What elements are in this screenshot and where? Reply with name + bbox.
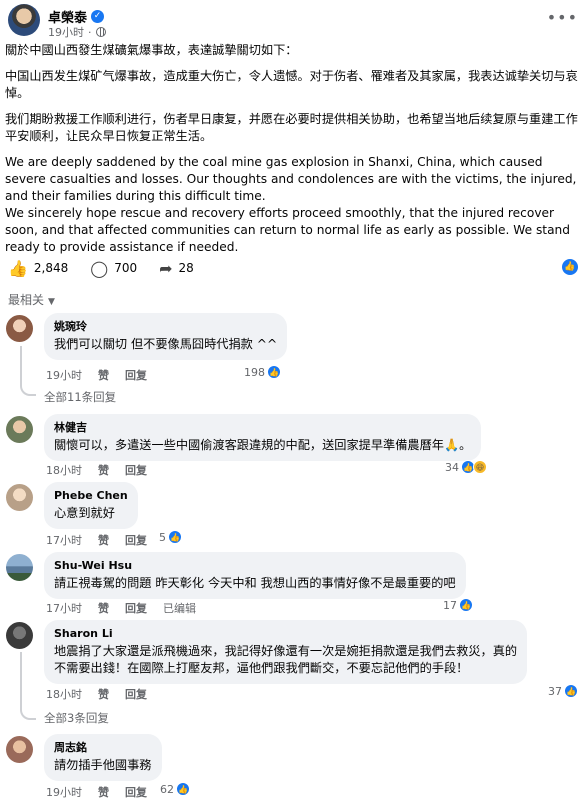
comment-count: 700: [114, 261, 138, 275]
avatar[interactable]: [6, 622, 33, 649]
comment-reply-button[interactable]: 回复: [125, 462, 147, 478]
post-meta: 19小时 ·: [48, 24, 106, 40]
comment-text: 請勿插手他國事務: [54, 758, 152, 772]
comment-text: 關懷可以，多遣送一些中國偷渡客跟違規的中配，送回家提早準備農曆年🙏。: [54, 438, 472, 452]
post-paragraph: 關於中國山西發生煤礦氣爆事故，表達誠摯關切如下：: [5, 43, 298, 57]
comment-like-button[interactable]: 赞: [98, 367, 109, 383]
thread-line: [20, 346, 36, 396]
commenter-name[interactable]: 姚琬玲: [54, 319, 277, 334]
view-replies-link[interactable]: 全部3条回复: [44, 710, 109, 726]
comment-time[interactable]: 17小时: [46, 532, 82, 548]
comment-like-button[interactable]: 赞: [98, 532, 109, 548]
avatar[interactable]: [6, 315, 33, 342]
like-button[interactable]: 👍 2,848: [8, 259, 68, 278]
comment-actions: 18小时 赞 回复: [46, 462, 147, 478]
edited-label: 已编辑: [163, 602, 196, 615]
thumbs-up-icon: 👍: [8, 258, 28, 278]
post-paragraph-english: We are deeply saddened by the coal mine …: [5, 155, 577, 203]
comment-button[interactable]: ◯ 700: [90, 259, 137, 278]
commenter-name[interactable]: Phebe Chen: [54, 488, 128, 503]
haha-reaction-icon: 😆: [473, 460, 487, 474]
comment-bubble: Phebe Chen 心意到就好: [44, 482, 138, 529]
comment-sort-dropdown[interactable]: 最相关 ▼: [8, 291, 55, 308]
comment-text: 心意到就好: [54, 506, 115, 520]
avatar[interactable]: [6, 736, 33, 763]
reaction-bar: 👍 2,848 ◯ 700 ➦ 28 👍: [8, 257, 578, 279]
comment-reaction-count[interactable]: 34 👍 😆: [445, 460, 487, 474]
post-paragraph: 我们期盼救援工作顺利进行，伤者早日康复，并愿在必要时提供相关协助，也希望当地后续…: [5, 112, 578, 143]
comment-reply-button[interactable]: 回复: [125, 367, 147, 383]
commenter-name[interactable]: 林健吉: [54, 420, 471, 435]
comment-bubble: 林健吉 關懷可以，多遣送一些中國偷渡客跟違規的中配，送回家提早準備農曆年🙏。: [44, 414, 482, 461]
comment-bubble: 周志銘 請勿插手他國事務: [44, 734, 162, 781]
post-time[interactable]: 19小时: [48, 24, 84, 40]
share-count: 28: [178, 261, 194, 275]
comment-reply-button[interactable]: 回复: [125, 784, 147, 800]
comment-reply-button[interactable]: 回复: [125, 600, 147, 616]
post-paragraph: 中国山西发生煤矿气爆事故，造成重大伤亡，令人遗憾。对于伤者、罹难者及其家属，我表…: [5, 69, 578, 100]
like-reaction-icon: 👍: [176, 782, 190, 796]
commenter-name[interactable]: Sharon Li: [54, 626, 517, 641]
comment-reaction-count[interactable]: 17 👍: [443, 598, 473, 612]
avatar[interactable]: [6, 554, 33, 581]
comment-time[interactable]: 18小时: [46, 686, 82, 702]
comment-actions: 19小时 赞 回复: [46, 367, 147, 383]
comment-actions: 19小时 赞 回复: [46, 784, 147, 800]
comment-like-button[interactable]: 赞: [98, 686, 109, 702]
comment-like-button[interactable]: 赞: [98, 784, 109, 800]
sort-label: 最相关: [8, 293, 45, 307]
like-reaction-icon[interactable]: 👍: [562, 259, 578, 275]
comment-time[interactable]: 17小时: [46, 600, 82, 616]
comment-time[interactable]: 19小时: [46, 367, 82, 383]
comment-bubble-icon: ◯: [90, 258, 109, 278]
post-paragraph-english: We sincerely hope rescue and recovery ef…: [5, 206, 571, 254]
like-reaction-icon: 👍: [267, 365, 281, 379]
comment-like-button[interactable]: 赞: [98, 462, 109, 478]
share-button[interactable]: ➦ 28: [159, 259, 194, 278]
comment-reply-button[interactable]: 回复: [125, 686, 147, 702]
view-replies-link[interactable]: 全部11条回复: [44, 389, 116, 405]
comment-reaction-count[interactable]: 37 👍: [548, 684, 578, 698]
chevron-down-icon: ▼: [48, 297, 55, 307]
comment-actions: 17小时 赞 回复 已编辑: [46, 600, 196, 616]
comment-reaction-count[interactable]: 5 👍: [159, 530, 182, 544]
more-options-icon[interactable]: •••: [547, 8, 578, 27]
comment-time[interactable]: 19小时: [46, 784, 82, 800]
comment-actions: 18小时 赞 回复: [46, 686, 147, 702]
like-reaction-icon: 👍: [564, 684, 578, 698]
comment-time[interactable]: 18小时: [46, 462, 82, 478]
comment-actions: 17小时 赞 回复: [46, 532, 147, 548]
author-avatar[interactable]: [8, 4, 40, 36]
globe-icon: [95, 27, 106, 37]
comment-text: 地震捐了大家還是派飛機過來，我記得好像還有一次是婉拒捐款還是我們去救災，真的 不…: [54, 644, 518, 675]
avatar[interactable]: [6, 416, 33, 443]
post-header: 卓榮泰 ✓ 19小时 · •••: [8, 4, 578, 40]
thread-line: [20, 652, 36, 720]
post-body: 關於中國山西發生煤礦氣爆事故，表達誠摯關切如下： 中国山西发生煤矿气爆事故，造成…: [5, 42, 580, 256]
comment-text: 請正視毒駕的問題 昨天彰化 今天中和 我想山西的事情好像不是最重要的吧: [54, 576, 456, 590]
comment-bubble: Sharon Li 地震捐了大家還是派飛機過來，我記得好像還有一次是婉拒捐款還是…: [44, 620, 528, 684]
avatar[interactable]: [6, 484, 33, 511]
share-arrow-icon: ➦: [159, 258, 173, 278]
comment-like-button[interactable]: 赞: [98, 600, 109, 616]
comment-text: 我們可以關切 但不要像馬囧時代捐款 ^^: [54, 337, 278, 351]
like-reaction-icon: 👍: [459, 598, 473, 612]
commenter-name[interactable]: 周志銘: [54, 740, 152, 755]
like-count: 2,848: [33, 261, 69, 275]
commenter-name[interactable]: Shu-Wei Hsu: [54, 558, 456, 573]
comment-reaction-count[interactable]: 198 👍: [244, 365, 281, 379]
comment-bubble: Shu-Wei Hsu 請正視毒駕的問題 昨天彰化 今天中和 我想山西的事情好像…: [44, 552, 466, 599]
comment-bubble: 姚琬玲 我們可以關切 但不要像馬囧時代捐款 ^^: [44, 313, 288, 360]
like-reaction-icon: 👍: [168, 530, 182, 544]
comment-reply-button[interactable]: 回复: [125, 532, 147, 548]
verified-badge-icon: ✓: [91, 10, 105, 23]
comment-reaction-count[interactable]: 62 👍: [160, 782, 190, 796]
